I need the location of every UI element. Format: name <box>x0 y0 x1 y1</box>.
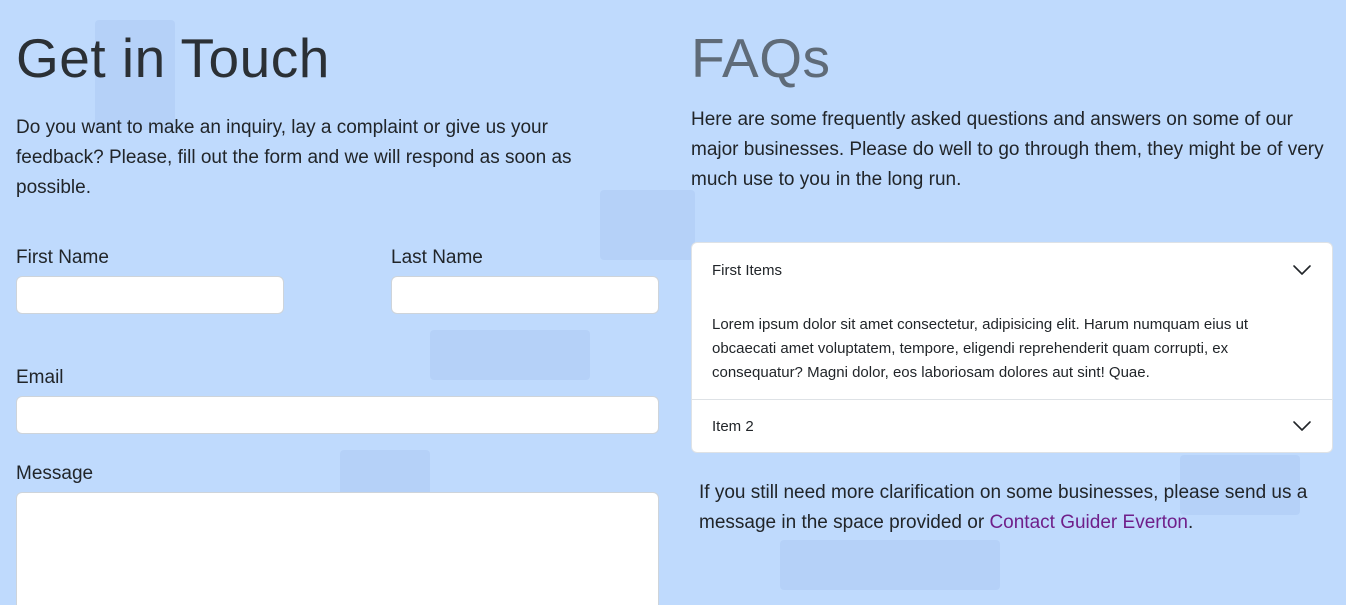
chevron-down-icon <box>1293 421 1311 431</box>
message-field[interactable] <box>16 492 659 605</box>
accordion-item-1-header[interactable]: First Items <box>692 245 1332 297</box>
accordion-item-1-label: First Items <box>712 262 782 279</box>
contact-intro: Do you want to make an inquiry, lay a co… <box>16 117 572 198</box>
faq-accordion: First Items Lorem ipsum dolor sit amet c… <box>691 242 1333 453</box>
first-name-label: First Name <box>16 247 109 268</box>
faq-closing: If you still need more clarification on … <box>699 478 1329 538</box>
faq-closing-end: . <box>1188 512 1194 533</box>
chevron-down-icon <box>1293 265 1311 275</box>
faq-intro: Here are some frequently asked questions… <box>691 109 1324 190</box>
first-name-field[interactable] <box>16 276 284 314</box>
last-name-label: Last Name <box>391 247 483 268</box>
email-label: Email <box>16 367 64 388</box>
accordion-item-2-label: Item 2 <box>712 418 754 435</box>
contact-title: Get in Touch <box>16 27 330 89</box>
accordion-item-2-header[interactable]: Item 2 <box>692 401 1332 452</box>
accordion-item-1-body: Lorem ipsum dolor sit amet consectetur, … <box>712 316 1249 381</box>
message-label: Message <box>16 463 94 484</box>
last-name-field[interactable] <box>391 276 659 314</box>
contact-link[interactable]: Contact Guider Everton <box>989 512 1188 533</box>
accordion-divider <box>692 399 1332 400</box>
faq-title: FAQs <box>691 27 831 89</box>
email-field[interactable] <box>16 396 659 434</box>
